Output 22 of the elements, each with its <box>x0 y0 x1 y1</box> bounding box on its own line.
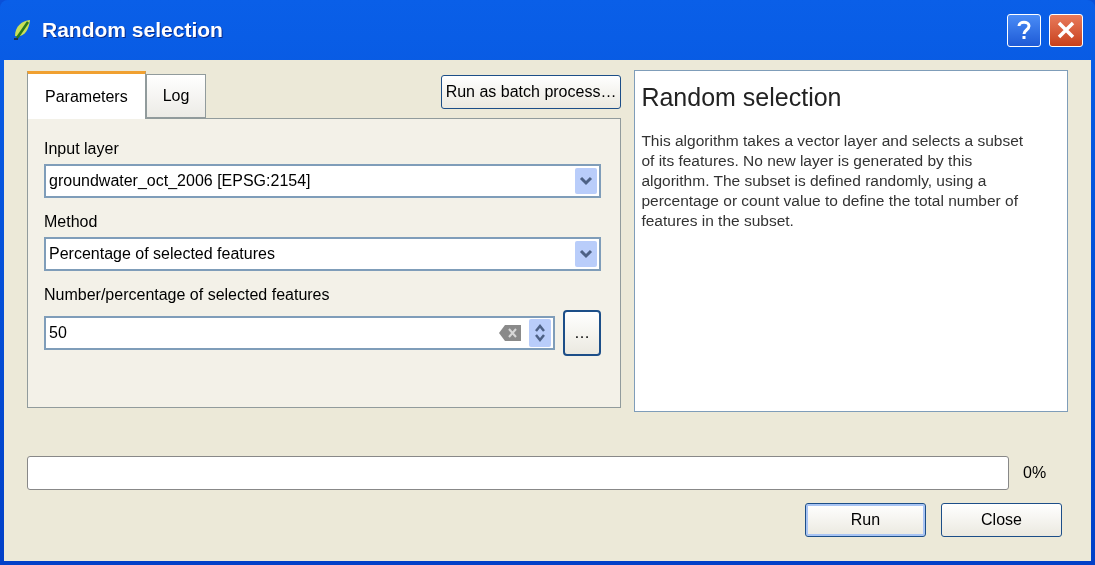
clear-icon[interactable] <box>499 325 521 341</box>
progress-percentage: 0% <box>1023 463 1047 483</box>
help-description: This algorithm takes a vector layer and selects a subset of its features. No new layer is generated by this algorithm. The subset is defined randomly, using a percentage or count value to define the total number of features in the subset. <box>641 130 1025 231</box>
dropdown[interactable]: Percentage of selected features <box>44 237 601 271</box>
window-title: Random selection <box>42 17 223 44</box>
batch-process-button[interactable]: Run as batch process… <box>440 75 622 109</box>
help-title: Random selection <box>641 82 843 113</box>
browse-button[interactable]: … <box>563 310 601 356</box>
number-field[interactable]: 50 <box>44 316 555 350</box>
help-button[interactable] <box>1007 13 1041 47</box>
close-button[interactable] <box>1049 13 1083 47</box>
dropdown[interactable]: groundwater_oct_2006 [EPSG:2154] <box>44 164 601 198</box>
tab[interactable]: Parameters <box>27 71 146 119</box>
question-mark-icon <box>1016 19 1032 41</box>
close-icon <box>1056 20 1076 40</box>
dialog-button[interactable]: Run <box>805 503 926 537</box>
dialog-button[interactable]: Close <box>941 503 1062 537</box>
field-label: Input layer <box>44 139 120 157</box>
field-label: Method <box>44 212 99 230</box>
tab[interactable]: Log <box>145 74 207 118</box>
spin-arrows-icon[interactable] <box>529 319 551 347</box>
field-label: Number/percentage of selected features <box>44 285 331 303</box>
